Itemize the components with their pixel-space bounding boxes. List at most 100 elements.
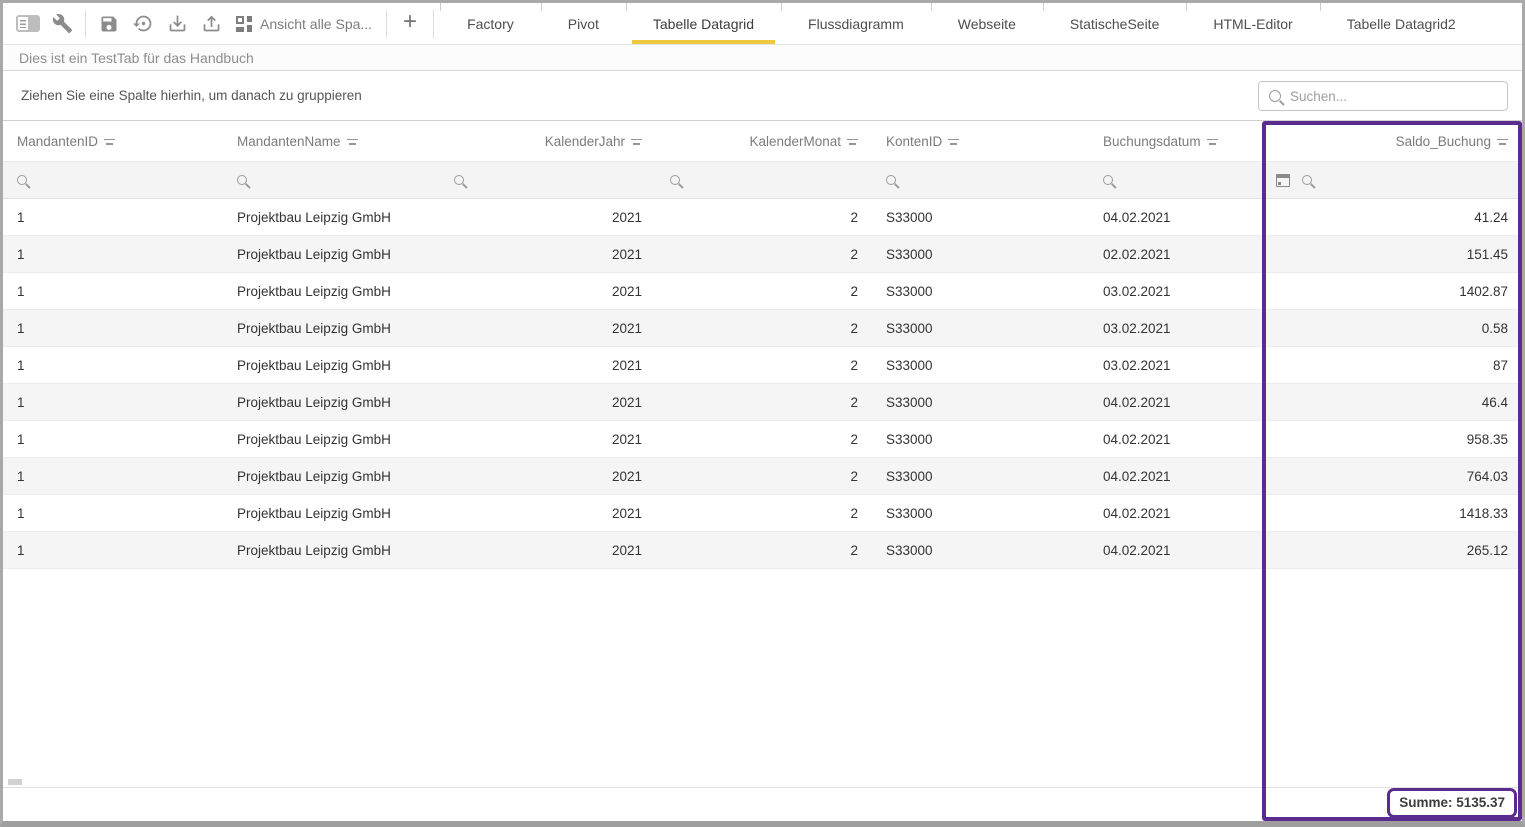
- app-window: Ansicht alle Spa... + FactoryPivot Tabell…: [0, 0, 1525, 827]
- header-cell-kalenderjahr[interactable]: KalenderJahr: [440, 121, 656, 161]
- search-icon: [454, 175, 464, 185]
- cell-kalendermonat: 2: [656, 384, 872, 420]
- cell-mandantenid: 1: [3, 458, 223, 494]
- grid-filter-row: [3, 161, 1522, 199]
- table-row[interactable]: 1Projektbau Leipzig GmbH20212S3300003.02…: [3, 310, 1522, 347]
- table-row[interactable]: 1Projektbau Leipzig GmbH20212S3300003.02…: [3, 273, 1522, 310]
- table-row[interactable]: 1Projektbau Leipzig GmbH20212S3300004.02…: [3, 458, 1522, 495]
- table-row[interactable]: 1Projektbau Leipzig GmbH20212S3300004.02…: [3, 495, 1522, 532]
- column-filter-icon[interactable]: [1207, 137, 1218, 146]
- download-button[interactable]: [160, 7, 194, 41]
- search-input[interactable]: [1290, 89, 1497, 104]
- column-filter-icon[interactable]: [1497, 137, 1508, 146]
- search-icon: [237, 175, 247, 185]
- plus-icon: +: [403, 10, 417, 34]
- cell-kontenid: S33000: [872, 236, 1089, 272]
- tab-webseite[interactable]: Webseite: [931, 3, 1043, 44]
- tab-statischeseite[interactable]: StatischeSeite: [1043, 3, 1187, 44]
- cell-kontenid: S33000: [872, 495, 1089, 531]
- toolbar-separator: [433, 10, 434, 38]
- filter-cell-mandantenname[interactable]: [223, 162, 440, 198]
- tab-tabelle-datagrid[interactable]: Tabelle Datagrid: [626, 3, 781, 44]
- search-icon: [1103, 175, 1113, 185]
- table-row[interactable]: 1Projektbau Leipzig GmbH20212S3300002.02…: [3, 236, 1522, 273]
- horizontal-scrollbar-thumb[interactable]: [8, 779, 22, 785]
- header-cell-mandantenid[interactable]: MandantenID: [3, 121, 223, 161]
- cell-kalenderjahr: 2021: [440, 199, 656, 235]
- save-button[interactable]: [92, 7, 126, 41]
- search-box[interactable]: [1258, 81, 1508, 111]
- filter-cell-mandantenid[interactable]: [3, 162, 223, 198]
- tab-label: Tabelle Datagrid2: [1347, 16, 1456, 32]
- tab-html-editor[interactable]: HTML-Editor: [1186, 3, 1319, 44]
- cell-buchungsdatum: 04.02.2021: [1089, 495, 1262, 531]
- cell-kalenderjahr: 2021: [440, 310, 656, 346]
- add-tab-button[interactable]: +: [393, 7, 427, 41]
- cell-buchungsdatum: 04.02.2021: [1089, 532, 1262, 568]
- cell-kontenid: S33000: [872, 532, 1089, 568]
- column-filter-icon[interactable]: [347, 137, 358, 146]
- table-row[interactable]: 1Projektbau Leipzig GmbH20212S3300003.02…: [3, 347, 1522, 384]
- cell-saldo-buchung: 265.12: [1262, 532, 1522, 568]
- cell-kalendermonat: 2: [656, 347, 872, 383]
- table-row[interactable]: 1Projektbau Leipzig GmbH20212S3300004.02…: [3, 199, 1522, 236]
- cell-buchungsdatum: 04.02.2021: [1089, 199, 1262, 235]
- view-all-columns-button[interactable]: Ansicht alle Spa...: [228, 16, 380, 32]
- settings-button[interactable]: [45, 7, 79, 41]
- filter-cell-kalendermonat[interactable]: [656, 162, 872, 198]
- column-label: KalenderJahr: [545, 134, 625, 149]
- cell-saldo-buchung: 1402.87: [1262, 273, 1522, 309]
- cell-mandantenname: Projektbau Leipzig GmbH: [223, 495, 440, 531]
- cell-mandantenname: Projektbau Leipzig GmbH: [223, 458, 440, 494]
- download-icon: [167, 13, 188, 34]
- panel-view-button[interactable]: [11, 7, 45, 41]
- header-cell-buchungsdatum[interactable]: Buchungsdatum: [1089, 121, 1262, 161]
- cell-mandantenname: Projektbau Leipzig GmbH: [223, 236, 440, 272]
- toolbar-separator: [85, 10, 86, 38]
- cell-kontenid: S33000: [872, 273, 1089, 309]
- filter-cell-kontenid[interactable]: [872, 162, 1089, 198]
- calendar-icon: [1276, 174, 1290, 187]
- header-cell-mandantenname[interactable]: MandantenName: [223, 121, 440, 161]
- search-icon: [17, 175, 27, 185]
- toolbar: Ansicht alle Spa... +: [3, 3, 440, 44]
- tab-pivot[interactable]: Pivot: [541, 3, 626, 44]
- cell-saldo-buchung: 87: [1262, 347, 1522, 383]
- upload-button[interactable]: [194, 7, 228, 41]
- cell-buchungsdatum: 03.02.2021: [1089, 310, 1262, 346]
- column-filter-icon[interactable]: [104, 137, 115, 146]
- view-all-columns-label: Ansicht alle Spa...: [260, 16, 372, 32]
- column-filter-icon[interactable]: [631, 137, 642, 146]
- filter-cell-buchungsdatum[interactable]: [1089, 162, 1262, 198]
- table-row[interactable]: 1Projektbau Leipzig GmbH20212S3300004.02…: [3, 421, 1522, 458]
- tab-tabelle-datagrid2[interactable]: Tabelle Datagrid2: [1320, 3, 1483, 44]
- cell-kalendermonat: 2: [656, 458, 872, 494]
- upload-icon: [201, 13, 222, 34]
- table-row[interactable]: 1Projektbau Leipzig GmbH20212S3300004.02…: [3, 384, 1522, 421]
- filter-cell-kalenderjahr[interactable]: [440, 162, 656, 198]
- cell-kalenderjahr: 2021: [440, 236, 656, 272]
- cell-mandantenname: Projektbau Leipzig GmbH: [223, 347, 440, 383]
- table-row[interactable]: 1Projektbau Leipzig GmbH20212S3300004.02…: [3, 532, 1522, 569]
- cell-mandantenid: 1: [3, 273, 223, 309]
- cell-kontenid: S33000: [872, 384, 1089, 420]
- header-cell-saldo-buchung[interactable]: Saldo_Buchung: [1262, 121, 1522, 161]
- cell-saldo-buchung: 151.45: [1262, 236, 1522, 272]
- grid-header-row: MandantenID MandantenName KalenderJahr Kale…: [3, 121, 1522, 161]
- cell-kalenderjahr: 2021: [440, 421, 656, 457]
- column-label: MandantenName: [237, 134, 341, 149]
- cell-kalendermonat: 2: [656, 236, 872, 272]
- tab-label: Tabelle Datagrid: [653, 16, 754, 32]
- column-label: KalenderMonat: [749, 134, 841, 149]
- header-cell-kalendermonat[interactable]: KalenderMonat: [656, 121, 872, 161]
- column-label: KontenID: [886, 134, 942, 149]
- column-filter-icon[interactable]: [847, 137, 858, 146]
- group-panel[interactable]: Ziehen Sie eine Spalte hierhin, um danac…: [3, 71, 1522, 121]
- tab-factory[interactable]: Factory: [440, 3, 541, 44]
- cell-kalendermonat: 2: [656, 421, 872, 457]
- restore-button[interactable]: [126, 7, 160, 41]
- filter-cell-saldo-buchung[interactable]: [1262, 162, 1522, 198]
- tab-flussdiagramm[interactable]: Flussdiagramm: [781, 3, 931, 44]
- column-filter-icon[interactable]: [948, 137, 959, 146]
- header-cell-kontenid[interactable]: KontenID: [872, 121, 1089, 161]
